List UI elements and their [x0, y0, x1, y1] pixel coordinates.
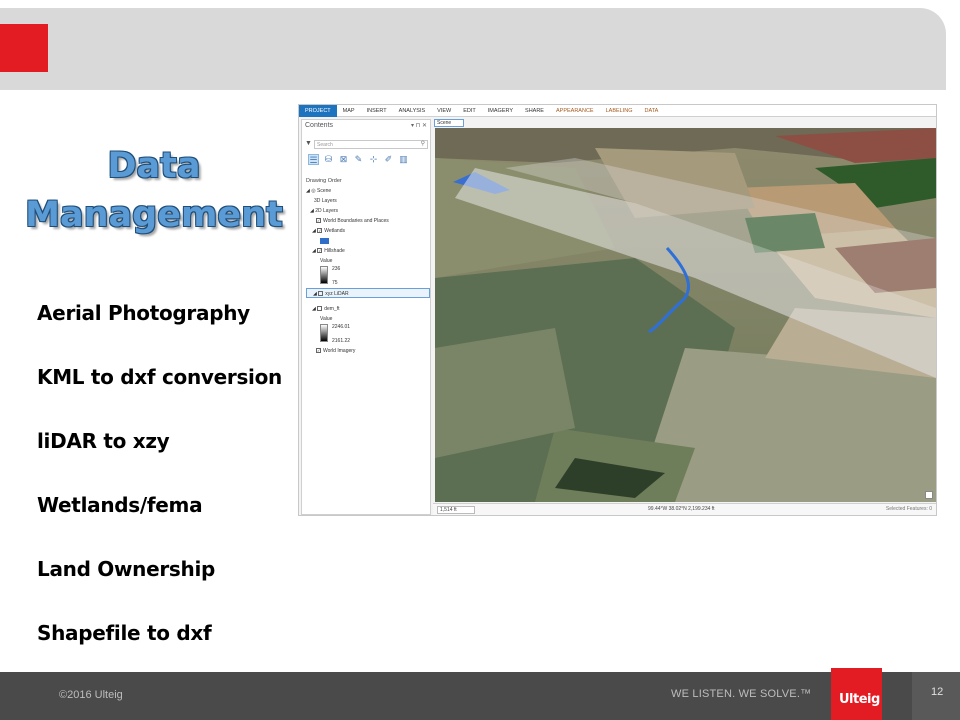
slide-title-line1: Data	[107, 146, 201, 186]
layer-tree: Drawing Order ◢ ◎ Scene 3D Layers ◢ 2D L…	[306, 176, 430, 356]
dem-color-ramp	[320, 324, 328, 342]
filter-icon[interactable]: ▼	[305, 140, 312, 147]
tab-labeling[interactable]: LABELING	[600, 105, 639, 117]
hillshade-ramp: 236 75	[306, 266, 430, 288]
hillshade-color-ramp	[320, 266, 328, 284]
tab-view[interactable]: VIEW	[431, 105, 457, 117]
dem-value-label: Value	[320, 316, 333, 322]
coordinate-readout: 99.44°W 38.02°N 2,199.234 ft	[648, 506, 715, 512]
bullet-item: liDAR to xzy	[37, 429, 170, 453]
editing-icon[interactable]: ✎	[353, 154, 364, 165]
status-bar: 1,514 ft 99.44°W 38.02°N 2,199.234 ft Se…	[433, 503, 936, 515]
tab-data[interactable]: DATA	[639, 105, 665, 117]
hillshade-value-label: Value	[320, 258, 333, 264]
slide-title-line2: Management	[25, 195, 283, 235]
layer-world-imagery-label: World Imagery	[323, 348, 356, 354]
data-source-icon[interactable]: ⛁	[323, 154, 334, 165]
tab-analysis[interactable]: ANALYSIS	[393, 105, 432, 117]
search-icon[interactable]: ⚲	[421, 140, 425, 147]
ulteig-logo: Ulteig	[831, 668, 882, 720]
dem-ramp: 2246.01 2161.22	[306, 324, 430, 346]
hillshade-low: 75	[332, 280, 338, 286]
aerial-imagery	[435, 128, 936, 502]
checkbox-icon[interactable]: ✓	[317, 228, 323, 234]
drawing-order-header: Drawing Order	[306, 178, 342, 184]
hillshade-high: 236	[332, 266, 341, 272]
checkbox-icon[interactable]	[318, 291, 324, 297]
contents-search-input[interactable]: Search	[314, 140, 428, 149]
group-2d-layers-label: 2D Layers	[315, 208, 339, 214]
copyright-text: ©2016 Ulteig	[59, 689, 123, 701]
bullet-list: Aerial Photography KML to dxf conversion…	[37, 298, 282, 682]
scene-map-view[interactable]	[435, 128, 936, 502]
layer-hillshade[interactable]: ◢ ✓ Hillshade	[306, 246, 430, 256]
contents-pane: Contents ▾ ⊓ ✕ ▼ Search ⚲ ☰ ⛁ ⊠ ✎ ⊹ ✐ ▥ …	[301, 119, 431, 515]
checkbox-icon[interactable]	[317, 306, 323, 312]
layer-hillshade-label: Hillshade	[324, 248, 345, 254]
dem-high: 2246.01	[332, 324, 351, 330]
layer-scene[interactable]: ◢ ◎ Scene	[306, 186, 430, 196]
checkbox-icon[interactable]: ✓	[317, 248, 323, 254]
tab-edit[interactable]: EDIT	[457, 105, 482, 117]
map-navigator-icon[interactable]	[925, 491, 933, 499]
page-number: 12	[931, 686, 944, 698]
wetlands-swatch	[320, 237, 329, 244]
scale-selector[interactable]: 1,514 ft	[437, 506, 475, 514]
bullet-item: KML to dxf conversion	[37, 365, 282, 389]
tab-project[interactable]: PROJECT	[299, 105, 337, 117]
selected-features: Selected Features: 0	[885, 506, 932, 512]
layer-world-boundaries[interactable]: ✓ World Boundaries and Places	[306, 216, 430, 226]
scene-view-tab[interactable]: Scene	[434, 119, 464, 127]
tab-appearance[interactable]: APPEARANCE	[550, 105, 600, 117]
wetlands-symbol	[306, 236, 430, 246]
footer-bar	[0, 672, 960, 720]
labeling-icon[interactable]: ✐	[383, 154, 394, 165]
brand-red-square	[0, 24, 48, 72]
drawing-order-icon[interactable]: ☰	[308, 154, 319, 165]
dem-low: 2161.22	[332, 338, 351, 344]
tab-map[interactable]: MAP	[337, 105, 361, 117]
contents-pane-title: Contents	[305, 122, 334, 129]
tab-imagery[interactable]: IMAGERY	[482, 105, 519, 117]
layer-dem[interactable]: ◢ dem_ft	[306, 304, 430, 314]
bullet-item: Land Ownership	[37, 557, 216, 581]
chart-icon[interactable]: ▥	[398, 154, 409, 165]
layer-world-boundaries-label: World Boundaries and Places	[323, 218, 389, 224]
contents-toolbar: ☰ ⛁ ⊠ ✎ ⊹ ✐ ▥	[308, 154, 409, 165]
layer-lidar-label: xyz LiDAR	[325, 291, 349, 297]
checkbox-icon[interactable]: ✓	[316, 348, 321, 354]
logo-text: Ulteig	[839, 692, 880, 707]
tab-insert[interactable]: INSERT	[361, 105, 393, 117]
tagline-text: WE LISTEN. WE SOLVE.™	[671, 688, 812, 700]
group-2d-layers[interactable]: ◢ 2D Layers	[306, 206, 430, 216]
layer-wetlands-label: Wetlands	[324, 228, 345, 234]
group-3d-layers[interactable]: 3D Layers	[306, 196, 430, 206]
ribbon-tabs: PROJECT MAP INSERT ANALYSIS VIEW EDIT IM…	[299, 105, 936, 117]
header-band	[0, 8, 946, 90]
slide-title: Data Management	[20, 142, 288, 240]
layer-dem-label: dem_ft	[324, 306, 340, 312]
layer-lidar[interactable]: ◢ xyz LiDAR	[306, 288, 430, 298]
pane-controls[interactable]: ▾ ⊓ ✕	[411, 122, 427, 129]
snapping-icon[interactable]: ⊹	[368, 154, 379, 165]
bullet-item: Aerial Photography	[37, 301, 250, 325]
layer-wetlands[interactable]: ◢ ✓ Wetlands	[306, 226, 430, 236]
gis-app-screenshot: PROJECT MAP INSERT ANALYSIS VIEW EDIT IM…	[298, 104, 937, 516]
layer-scene-label: Scene	[317, 188, 332, 194]
selection-icon[interactable]: ⊠	[338, 154, 349, 165]
checkbox-icon[interactable]: ✓	[316, 218, 321, 224]
bullet-item: Wetlands/fema	[37, 493, 203, 517]
tab-share[interactable]: SHARE	[519, 105, 550, 117]
layer-world-imagery[interactable]: ✓ World Imagery	[306, 346, 430, 356]
